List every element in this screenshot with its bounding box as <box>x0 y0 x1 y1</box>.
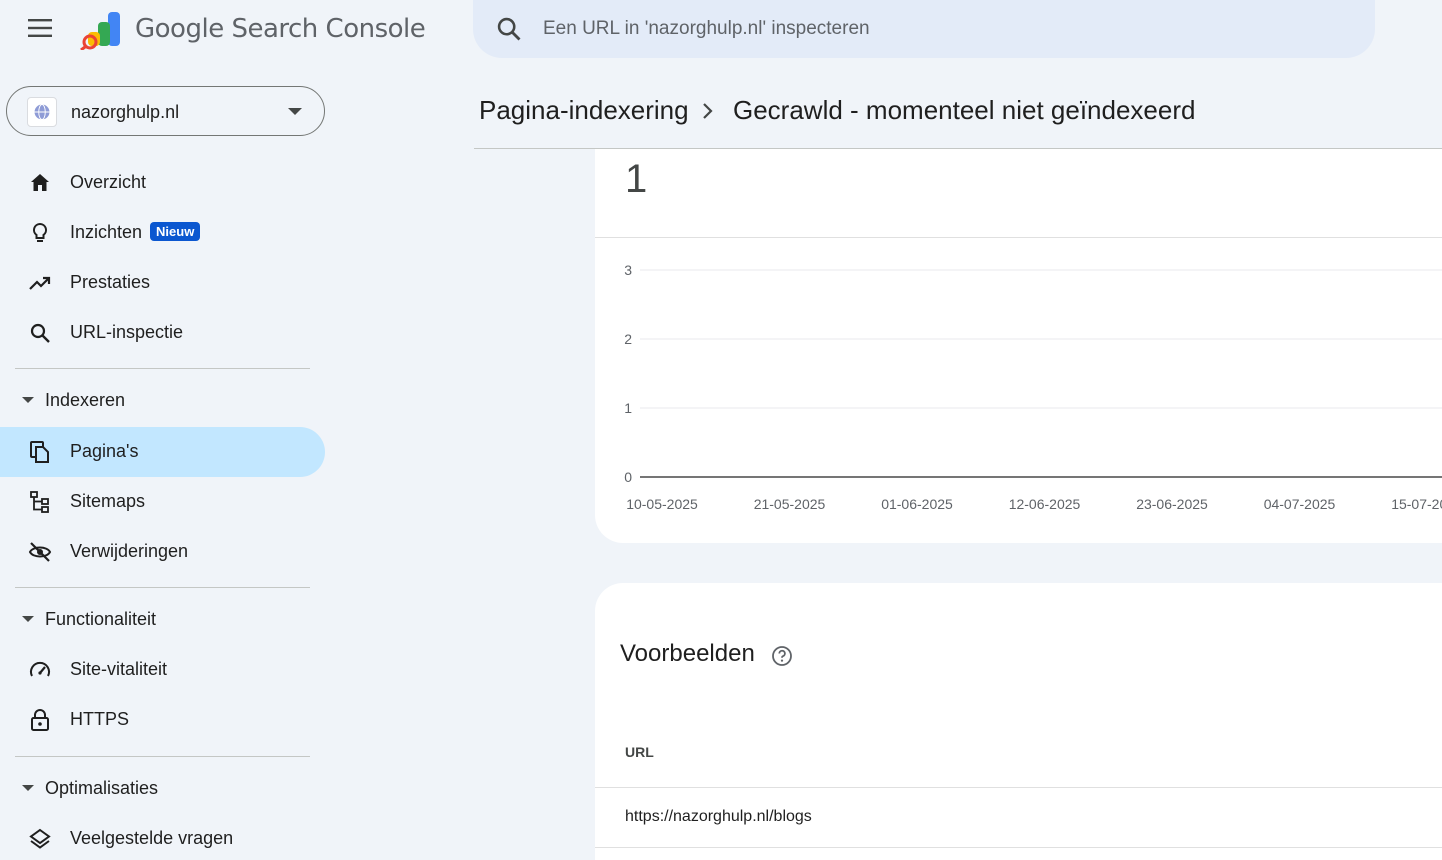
sidebar-divider <box>15 368 310 369</box>
sidebar-item-sitemaps[interactable]: Sitemaps <box>0 477 325 527</box>
globe-icon <box>27 97 57 127</box>
section-label: Indexeren <box>45 390 126 410</box>
collapse-arrow-icon <box>22 616 34 622</box>
collapse-arrow-icon <box>22 785 34 791</box>
trending-up-icon <box>29 276 51 290</box>
examples-title: Voorbeelden <box>620 640 755 667</box>
sidebar-item-verwijderingen[interactable]: Verwijderingen <box>0 527 325 577</box>
x-tick-label: 10-05-2025 <box>626 496 698 512</box>
sidebar-divider <box>15 756 310 757</box>
menu-icon[interactable] <box>26 16 54 40</box>
y-tick-label: 1 <box>624 400 632 416</box>
search-icon[interactable] <box>495 15 523 43</box>
chevron-right-icon <box>703 103 713 119</box>
x-tick-label: 21-05-2025 <box>754 496 826 512</box>
page-title: Gecrawld - momenteel niet geïndexeerd <box>733 95 1196 125</box>
index-chart[interactable]: 0 1 2 3 10-05-2025 21-05-2025 01-06-2025 12-06-… <box>595 149 1442 543</box>
sidebar-item-https[interactable]: HTTPS <box>0 695 325 745</box>
sidebar-item-prestaties[interactable]: Prestaties <box>0 258 325 308</box>
home-icon <box>31 174 49 191</box>
search-input[interactable] <box>543 10 1323 48</box>
lightbulb-icon <box>32 222 48 242</box>
sidebar-item-label: Sitemaps <box>70 491 146 511</box>
sidebar-item-label: Overzicht <box>70 172 147 192</box>
product-name[interactable]: Google Search Console <box>135 14 426 44</box>
property-selector[interactable]: nazorghulp.nl <box>6 86 325 136</box>
search-console-logo-icon[interactable] <box>80 12 122 50</box>
url-inspect-search[interactable] <box>473 0 1375 58</box>
y-tick-label: 2 <box>624 331 632 347</box>
chart-card: 1 0 1 2 3 10-05-2025 21-05-2025 01-06-2025 12-0… <box>595 149 1442 543</box>
x-tick-label: 01-06-2025 <box>881 496 953 512</box>
x-tick-label: 23-06-2025 <box>1136 496 1208 512</box>
dropdown-arrow-icon <box>288 108 302 115</box>
sidebar-item-overzicht[interactable]: Overzicht <box>0 158 325 208</box>
sidebar-divider <box>15 587 310 588</box>
section-label: Optimalisaties <box>45 778 159 798</box>
sidebar-item-label: Veelgestelde vragen <box>70 828 234 848</box>
sidebar-item-label: Prestaties <box>70 272 151 292</box>
sidebar-item-veelgestelde-vragen[interactable]: Veelgestelde vragen <box>0 814 325 860</box>
sidebar-item-label: HTTPS <box>70 709 130 729</box>
table-header-divider <box>595 787 1442 788</box>
y-tick-label: 3 <box>624 262 632 278</box>
layers-icon <box>29 828 51 849</box>
section-label: Functionaliteit <box>45 609 157 629</box>
search-icon <box>30 323 50 343</box>
collapse-arrow-icon <box>22 397 34 403</box>
sidebar-item-label: Verwijderingen <box>70 541 189 561</box>
sidebar-item-label: Site-vitaliteit <box>70 659 168 679</box>
sidebar-item-label: URL-inspectie <box>70 322 184 342</box>
breadcrumb-root[interactable]: Pagina-indexering <box>479 95 689 126</box>
sidebar-item-paginas[interactable]: Pagina's <box>0 427 325 477</box>
section-functionaliteit[interactable]: Functionaliteit <box>0 602 325 638</box>
lock-icon <box>31 709 49 731</box>
pages-icon <box>30 441 49 463</box>
sidebar-item-inzichten[interactable]: Inzichten Nieuw <box>0 208 325 258</box>
sidebar-item-site-vitaliteit[interactable]: Site-vitaliteit <box>0 645 325 695</box>
examples-card: Voorbeelden URL https://nazorghulp.nl/bl… <box>595 583 1442 860</box>
x-tick-label: 04-07-2025 <box>1264 496 1336 512</box>
column-header-url[interactable]: URL <box>625 744 654 760</box>
y-tick-label: 0 <box>624 469 632 485</box>
section-indexeren[interactable]: Indexeren <box>0 383 325 419</box>
x-tick-label: 12-06-2025 <box>1009 496 1081 512</box>
sitemap-icon <box>30 491 49 513</box>
section-optimalisaties[interactable]: Optimalisaties <box>0 771 325 807</box>
table-row-divider <box>595 847 1442 848</box>
new-badge: Nieuw <box>150 222 201 241</box>
visibility-off-icon <box>28 542 52 562</box>
speed-icon <box>30 661 50 677</box>
sidebar-item-label: Pagina's <box>70 441 139 461</box>
x-tick-label: 15-07-2025 <box>1391 496 1442 512</box>
sidebar-item-url-inspectie[interactable]: URL-inspectie <box>0 308 325 358</box>
property-name: nazorghulp.nl <box>71 102 180 122</box>
table-row[interactable]: https://nazorghulp.nl/blogs <box>625 808 812 826</box>
sidebar-item-label: Inzichten Nieuw <box>70 222 201 243</box>
help-icon[interactable] <box>771 645 793 667</box>
